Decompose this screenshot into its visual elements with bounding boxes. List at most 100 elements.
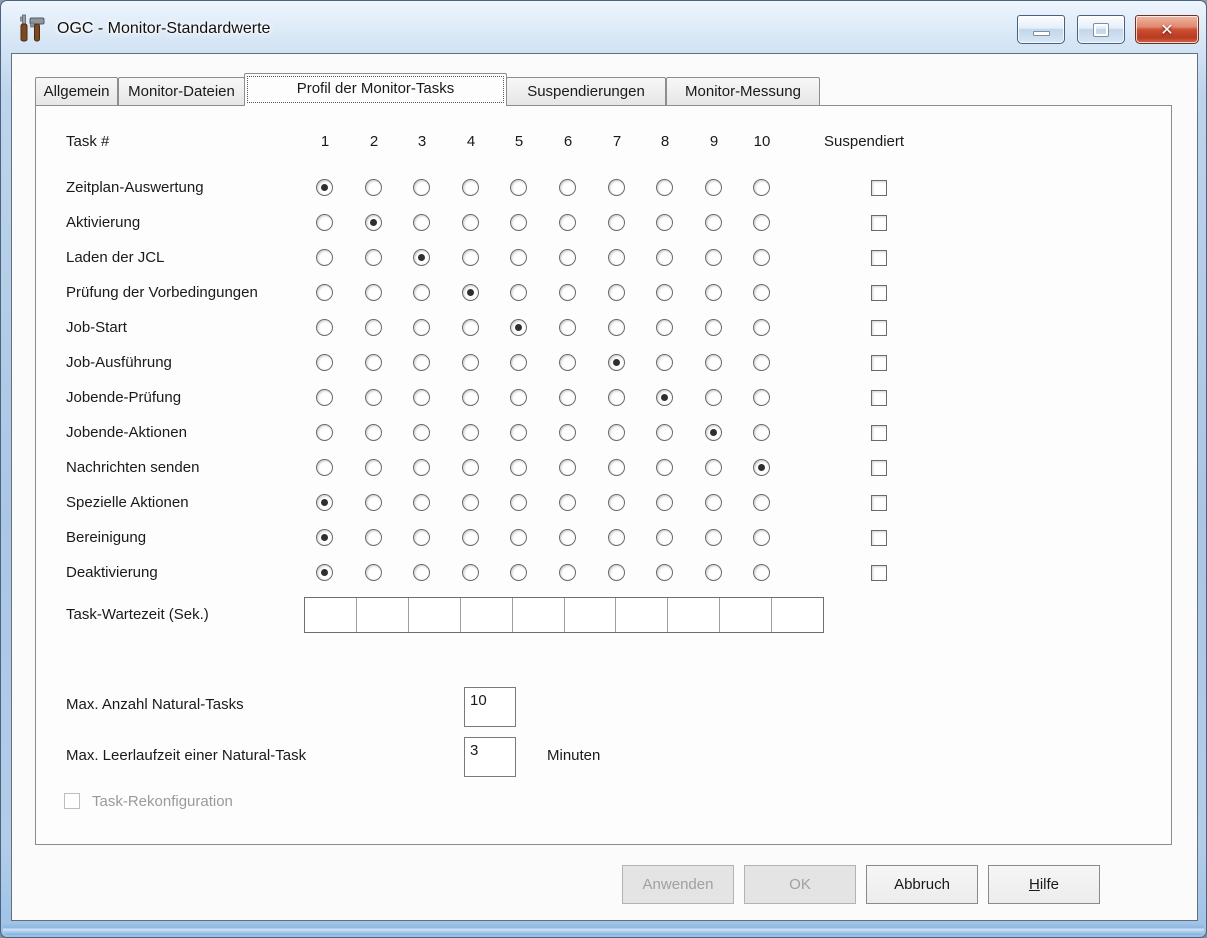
task-wait-cell-9[interactable] (719, 598, 771, 632)
task-radio-bereinigung-6[interactable] (559, 529, 576, 546)
task-radio-bereinigung-5[interactable] (510, 529, 527, 546)
task-radio-zeitplan-auswertung-7[interactable] (608, 179, 625, 196)
suspendiert-checkbox-aktivierung[interactable] (871, 215, 887, 231)
task-radio-job-start-10[interactable] (753, 319, 770, 336)
task-radio-laden-der-jcl-10[interactable] (753, 249, 770, 266)
suspendiert-checkbox-jobende-aktionen[interactable] (871, 425, 887, 441)
task-radio-pr-fung-der-vorbedingungen-4[interactable] (462, 284, 479, 301)
task-radio-job-start-3[interactable] (413, 319, 430, 336)
task-radio-job-start-7[interactable] (608, 319, 625, 336)
task-wait-cell-7[interactable] (615, 598, 667, 632)
task-radio-nachrichten-senden-1[interactable] (316, 459, 333, 476)
task-radio-job-start-4[interactable] (462, 319, 479, 336)
task-radio-spezielle-aktionen-1[interactable] (316, 494, 333, 511)
task-radio-jobende-aktionen-7[interactable] (608, 424, 625, 441)
task-radio-laden-der-jcl-8[interactable] (656, 249, 673, 266)
task-radio-nachrichten-senden-10[interactable] (753, 459, 770, 476)
task-radio-bereinigung-4[interactable] (462, 529, 479, 546)
task-radio-zeitplan-auswertung-5[interactable] (510, 179, 527, 196)
max-idle-input[interactable] (464, 737, 516, 777)
task-radio-deaktivierung-7[interactable] (608, 564, 625, 581)
tab-allgemein[interactable]: Allgemein (35, 77, 118, 105)
suspendiert-checkbox-pr-fung-der-vorbedingungen[interactable] (871, 285, 887, 301)
task-radio-bereinigung-9[interactable] (705, 529, 722, 546)
task-radio-nachrichten-senden-2[interactable] (365, 459, 382, 476)
task-radio-job-ausf-hrung-6[interactable] (559, 354, 576, 371)
task-wait-cell-6[interactable] (564, 598, 616, 632)
task-radio-nachrichten-senden-6[interactable] (559, 459, 576, 476)
task-radio-nachrichten-senden-5[interactable] (510, 459, 527, 476)
task-radio-deaktivierung-10[interactable] (753, 564, 770, 581)
task-radio-zeitplan-auswertung-9[interactable] (705, 179, 722, 196)
task-radio-job-ausf-hrung-2[interactable] (365, 354, 382, 371)
suspendiert-checkbox-jobende-pr-fung[interactable] (871, 390, 887, 406)
task-radio-deaktivierung-9[interactable] (705, 564, 722, 581)
task-radio-pr-fung-der-vorbedingungen-6[interactable] (559, 284, 576, 301)
task-wait-cell-3[interactable] (408, 598, 460, 632)
suspendiert-checkbox-job-start[interactable] (871, 320, 887, 336)
task-radio-zeitplan-auswertung-8[interactable] (656, 179, 673, 196)
close-button[interactable]: ✕ (1135, 15, 1199, 44)
task-wait-cell-8[interactable] (667, 598, 719, 632)
task-radio-zeitplan-auswertung-10[interactable] (753, 179, 770, 196)
task-radio-job-start-8[interactable] (656, 319, 673, 336)
task-radio-jobende-aktionen-8[interactable] (656, 424, 673, 441)
task-radio-spezielle-aktionen-9[interactable] (705, 494, 722, 511)
task-radio-zeitplan-auswertung-3[interactable] (413, 179, 430, 196)
task-radio-aktivierung-7[interactable] (608, 214, 625, 231)
task-radio-job-start-1[interactable] (316, 319, 333, 336)
task-radio-pr-fung-der-vorbedingungen-3[interactable] (413, 284, 430, 301)
task-radio-laden-der-jcl-7[interactable] (608, 249, 625, 266)
suspendiert-checkbox-deaktivierung[interactable] (871, 565, 887, 581)
task-wait-cell-5[interactable] (512, 598, 564, 632)
title-bar[interactable]: OGC - Monitor-Standardwerte ✕ (1, 1, 1206, 53)
task-radio-deaktivierung-4[interactable] (462, 564, 479, 581)
task-radio-jobende-pr-fung-8[interactable] (656, 389, 673, 406)
task-radio-jobende-pr-fung-1[interactable] (316, 389, 333, 406)
task-radio-pr-fung-der-vorbedingungen-5[interactable] (510, 284, 527, 301)
task-radio-deaktivierung-8[interactable] (656, 564, 673, 581)
task-radio-spezielle-aktionen-3[interactable] (413, 494, 430, 511)
task-radio-jobende-pr-fung-9[interactable] (705, 389, 722, 406)
task-radio-nachrichten-senden-3[interactable] (413, 459, 430, 476)
task-radio-job-ausf-hrung-5[interactable] (510, 354, 527, 371)
tab-profil-der-monitor-tasks[interactable]: Profil der Monitor-Tasks (244, 73, 507, 106)
task-radio-job-start-6[interactable] (559, 319, 576, 336)
task-radio-bereinigung-10[interactable] (753, 529, 770, 546)
max-tasks-input[interactable] (464, 687, 516, 727)
tab-suspendierungen[interactable]: Suspendierungen (506, 77, 666, 105)
task-radio-jobende-pr-fung-4[interactable] (462, 389, 479, 406)
task-radio-deaktivierung-2[interactable] (365, 564, 382, 581)
task-radio-bereinigung-8[interactable] (656, 529, 673, 546)
task-radio-job-ausf-hrung-7[interactable] (608, 354, 625, 371)
task-radio-job-ausf-hrung-10[interactable] (753, 354, 770, 371)
abbruch-button[interactable]: Abbruch (866, 865, 978, 904)
task-radio-jobende-aktionen-5[interactable] (510, 424, 527, 441)
task-radio-deaktivierung-3[interactable] (413, 564, 430, 581)
task-radio-job-ausf-hrung-3[interactable] (413, 354, 430, 371)
hilfe-button[interactable]: Hilfe (988, 865, 1100, 904)
task-radio-nachrichten-senden-4[interactable] (462, 459, 479, 476)
suspendiert-checkbox-job-ausf-hrung[interactable] (871, 355, 887, 371)
task-radio-laden-der-jcl-3[interactable] (413, 249, 430, 266)
task-radio-laden-der-jcl-4[interactable] (462, 249, 479, 266)
task-radio-nachrichten-senden-7[interactable] (608, 459, 625, 476)
suspendiert-checkbox-spezielle-aktionen[interactable] (871, 495, 887, 511)
task-radio-deaktivierung-5[interactable] (510, 564, 527, 581)
task-radio-laden-der-jcl-6[interactable] (559, 249, 576, 266)
task-radio-aktivierung-6[interactable] (559, 214, 576, 231)
task-radio-jobende-pr-fung-5[interactable] (510, 389, 527, 406)
task-radio-job-ausf-hrung-9[interactable] (705, 354, 722, 371)
suspendiert-checkbox-zeitplan-auswertung[interactable] (871, 180, 887, 196)
minimize-button[interactable] (1017, 15, 1065, 44)
task-radio-zeitplan-auswertung-2[interactable] (365, 179, 382, 196)
task-radio-jobende-aktionen-4[interactable] (462, 424, 479, 441)
task-radio-spezielle-aktionen-10[interactable] (753, 494, 770, 511)
task-radio-bereinigung-2[interactable] (365, 529, 382, 546)
task-radio-jobende-aktionen-6[interactable] (559, 424, 576, 441)
task-wait-cell-4[interactable] (460, 598, 512, 632)
task-wait-cell-10[interactable] (771, 598, 823, 632)
tab-monitor-dateien[interactable]: Monitor-Dateien (118, 77, 245, 105)
task-radio-bereinigung-7[interactable] (608, 529, 625, 546)
task-radio-deaktivierung-1[interactable] (316, 564, 333, 581)
